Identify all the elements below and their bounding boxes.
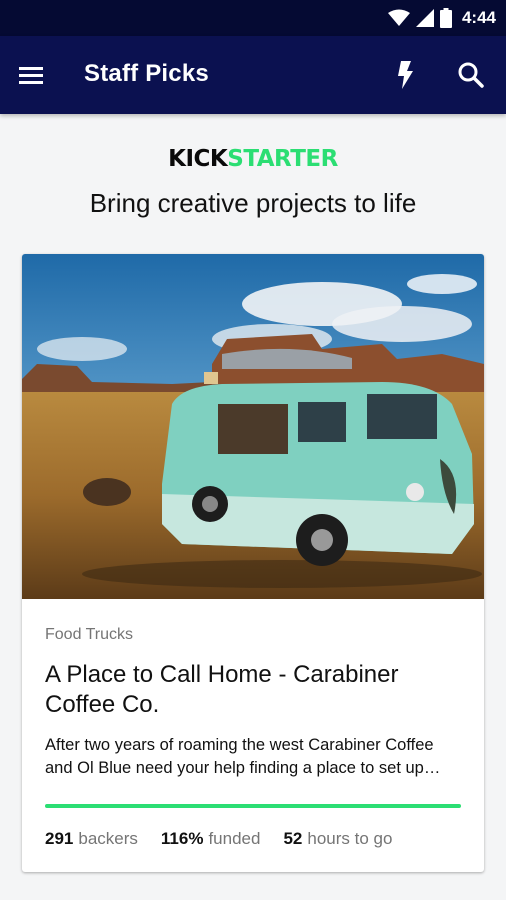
project-card[interactable]: Food Trucks A Place to Call Home - Carab… (22, 254, 484, 872)
hours-count: 52 (283, 829, 303, 848)
funded-stat: 116% funded (161, 829, 261, 849)
backers-stat: 291 backers (45, 829, 138, 849)
app-bar: Staff Picks (0, 36, 506, 114)
menu-icon (19, 67, 43, 84)
funding-progress-bar (45, 804, 461, 808)
wifi-icon (387, 9, 410, 26)
project-blurb: After two years of roaming the west Cara… (45, 736, 441, 777)
logo-starter-text: STARTER (227, 146, 338, 172)
search-icon (458, 62, 484, 88)
project-stats: 291 backers 116% funded 52 hours to go (45, 829, 415, 849)
menu-button[interactable] (18, 61, 48, 89)
project-category: Food Trucks (45, 626, 134, 643)
tagline: Bring creative projects to life (89, 188, 417, 218)
cellular-signal-icon (415, 9, 434, 27)
logo-kick-text: KICK (168, 146, 228, 172)
status-icons: 4:44 (387, 6, 496, 30)
project-photo (22, 254, 484, 599)
page-title: Staff Picks (84, 60, 209, 87)
kickstarter-logo: KICKSTARTER (0, 146, 506, 172)
status-time: 4:44 (461, 8, 496, 27)
backers-label: backers (78, 829, 138, 848)
funding-progress-fill (45, 804, 461, 808)
funded-label: funded (208, 829, 261, 848)
funded-percent: 116% (160, 829, 204, 848)
time-left-stat: 52 hours to go (283, 829, 392, 849)
backers-count: 291 (45, 829, 74, 848)
search-button[interactable] (457, 61, 485, 89)
hours-label: hours to go (307, 829, 393, 848)
activity-button[interactable] (393, 59, 417, 91)
lightning-icon (398, 61, 413, 89)
project-title: A Place to Call Home - Carabiner Coffee … (45, 661, 399, 718)
battery-icon (439, 8, 452, 28)
status-bar: 4:44 (0, 0, 506, 36)
